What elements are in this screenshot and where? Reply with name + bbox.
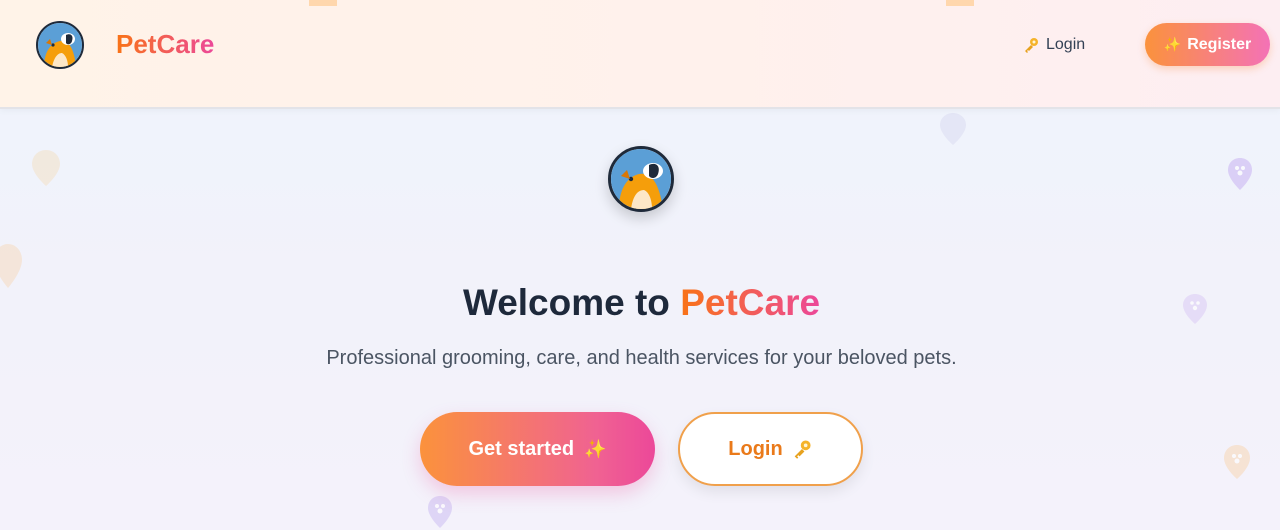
register-button[interactable]: ✨ Register [1145, 23, 1270, 66]
decor-tab [309, 0, 337, 6]
pet-logo-icon[interactable] [36, 21, 84, 69]
brand-name[interactable]: PetCare [116, 29, 214, 60]
get-started-button[interactable]: Get started ✨ [420, 412, 655, 486]
sparkles-icon: ✨ [584, 438, 607, 459]
hero-login-button[interactable]: Login [678, 412, 863, 486]
paw-pin-icon [32, 150, 60, 186]
key-icon [1025, 38, 1038, 53]
paw-pin-icon [1224, 445, 1250, 479]
decor-tab [946, 0, 974, 6]
paw-pin-icon [940, 113, 966, 145]
register-label: Register [1187, 35, 1252, 53]
hero-title-accent: PetCare [680, 282, 821, 323]
hero-title: Welcome to PetCare [0, 282, 1280, 324]
top-navbar: PetCare Login ✨ Register [0, 0, 1280, 109]
nav-login-link[interactable]: Login [1022, 30, 1085, 60]
hero-title-prefix: Welcome to [462, 282, 670, 323]
nav-login-label: Login [1046, 36, 1086, 53]
pet-logo-icon [608, 146, 674, 212]
hero-login-label: Login [728, 437, 783, 460]
hero-subtitle: Professional grooming, care, and health … [326, 347, 957, 369]
get-started-label: Get started [468, 437, 575, 460]
paw-pin-icon [428, 496, 452, 528]
sparkles-icon: ✨ [1163, 36, 1182, 52]
key-icon [794, 440, 811, 459]
paw-pin-icon [1228, 158, 1252, 190]
